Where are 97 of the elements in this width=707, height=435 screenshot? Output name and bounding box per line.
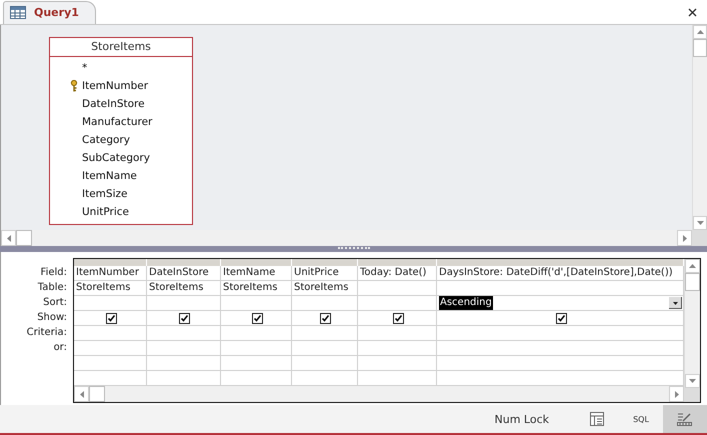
scrollbar-corner	[692, 230, 707, 246]
column-selector[interactable]	[437, 259, 684, 266]
scroll-up-icon[interactable]	[696, 30, 704, 34]
grid-cell[interactable]	[292, 341, 358, 356]
show-checkbox[interactable]	[106, 312, 116, 324]
scroll-up-icon[interactable]	[689, 264, 696, 268]
field-name[interactable]: ItemName	[82, 170, 137, 182]
table-title: StoreItems	[50, 38, 192, 57]
column-selector[interactable]	[358, 259, 437, 266]
scroll-down-icon[interactable]	[696, 221, 704, 226]
row-label: Table:	[38, 281, 67, 295]
field-name[interactable]: DateInStore	[82, 98, 145, 110]
field-name[interactable]: Category	[82, 134, 130, 146]
close-icon[interactable]	[688, 8, 697, 17]
row-label: Criteria:	[26, 326, 67, 340]
show-checkbox[interactable]	[179, 312, 190, 324]
datasheet-icon[interactable]	[590, 412, 604, 426]
field-name[interactable]: ItemNumber	[82, 80, 148, 92]
row-label: or:	[54, 341, 67, 355]
sort-cell[interactable]	[147, 296, 221, 311]
design-view-button[interactable]	[663, 405, 707, 433]
table-cell[interactable]: StoreItems	[147, 281, 221, 296]
column-selector[interactable]	[74, 259, 147, 266]
scrollbar-corner	[685, 388, 700, 402]
column-selector[interactable]	[147, 259, 221, 266]
field-cell[interactable]: DateInStore	[147, 266, 221, 281]
row-label: Field:	[40, 266, 67, 280]
grid-cell[interactable]	[221, 341, 292, 356]
grid-cell[interactable]	[74, 356, 147, 371]
show-cell[interactable]	[221, 311, 292, 326]
field-cell[interactable]: UnitPrice	[292, 266, 358, 281]
scroll-thumb[interactable]	[16, 230, 32, 246]
show-cell[interactable]	[292, 311, 358, 326]
grid-cell[interactable]	[292, 356, 358, 371]
field-name[interactable]: SubCategory	[82, 152, 150, 164]
grid-cell[interactable]	[437, 341, 684, 356]
field-name[interactable]: UnitPrice	[82, 206, 129, 218]
grid-cell[interactable]	[147, 326, 221, 341]
sort-cell[interactable]	[74, 296, 147, 311]
query-tab[interactable]: Query1	[3, 0, 96, 24]
field-name[interactable]: Manufacturer	[82, 116, 152, 128]
sort-cell[interactable]: Ascending	[437, 296, 684, 311]
scroll-right-icon[interactable]	[674, 390, 678, 398]
show-cell[interactable]	[74, 311, 147, 326]
grid-cell[interactable]	[437, 356, 684, 371]
horizontal-scrollbar[interactable]	[1, 230, 692, 246]
dropdown-button[interactable]	[669, 297, 682, 309]
grid-cell[interactable]	[74, 341, 147, 356]
scroll-left-icon[interactable]	[80, 390, 84, 398]
field-name[interactable]: ItemSize	[82, 188, 128, 200]
sql-view-button[interactable]: SQL	[619, 405, 663, 433]
sort-value[interactable]: Ascending	[439, 296, 493, 310]
sort-cell[interactable]	[221, 296, 292, 311]
field-cell[interactable]: DaysInStore: DateDiff('d',[DateInStore],Date())	[437, 266, 684, 281]
scroll-right-icon[interactable]	[682, 234, 686, 242]
grid-cell[interactable]	[221, 326, 292, 341]
vertical-scrollbar[interactable]	[684, 259, 700, 402]
grid-cell[interactable]	[292, 326, 358, 341]
row-label: Sort:	[43, 296, 67, 310]
show-checkbox[interactable]	[252, 312, 262, 324]
show-checkbox[interactable]	[556, 312, 566, 324]
field-cell[interactable]: ItemNumber	[74, 266, 147, 281]
grid-cell[interactable]	[358, 356, 437, 371]
field-name[interactable]: *	[82, 62, 88, 74]
row-label: Show:	[37, 311, 67, 325]
design-view-icon[interactable]	[677, 412, 693, 426]
table-cell[interactable]: StoreItems	[74, 281, 147, 296]
scroll-down-icon[interactable]	[689, 379, 696, 383]
field-cell[interactable]: Today: Date()	[358, 266, 437, 281]
scroll-left-icon[interactable]	[6, 234, 10, 242]
scroll-thumb[interactable]	[685, 273, 700, 291]
scroll-thumb[interactable]	[693, 38, 707, 57]
grid-cell[interactable]	[358, 326, 437, 341]
column-selector[interactable]	[292, 259, 358, 266]
sort-cell[interactable]	[358, 296, 437, 311]
show-checkbox[interactable]	[320, 312, 331, 324]
table-cell[interactable]: StoreItems	[292, 281, 358, 296]
show-cell[interactable]	[358, 311, 437, 326]
field-cell[interactable]: ItemName	[221, 266, 292, 281]
grid-cell[interactable]	[74, 326, 147, 341]
show-cell[interactable]	[437, 311, 684, 326]
num-lock-indicator: Num Lock	[494, 412, 549, 426]
table-cell[interactable]: StoreItems	[221, 281, 292, 296]
horizontal-scrollbar[interactable]	[74, 386, 684, 402]
grid-cell[interactable]	[437, 326, 684, 341]
table-cell[interactable]	[358, 281, 437, 296]
query-icon	[10, 6, 26, 20]
show-cell[interactable]	[147, 311, 221, 326]
grid-cell[interactable]	[221, 356, 292, 371]
scroll-thumb[interactable]	[89, 386, 105, 402]
grid-cell[interactable]	[358, 341, 437, 356]
column-selector[interactable]	[221, 259, 292, 266]
sort-cell[interactable]	[292, 296, 358, 311]
vertical-scrollbar[interactable]	[692, 24, 707, 230]
show-checkbox[interactable]	[392, 312, 404, 324]
grid-cell[interactable]	[147, 341, 221, 356]
grid-cell[interactable]	[147, 356, 221, 371]
